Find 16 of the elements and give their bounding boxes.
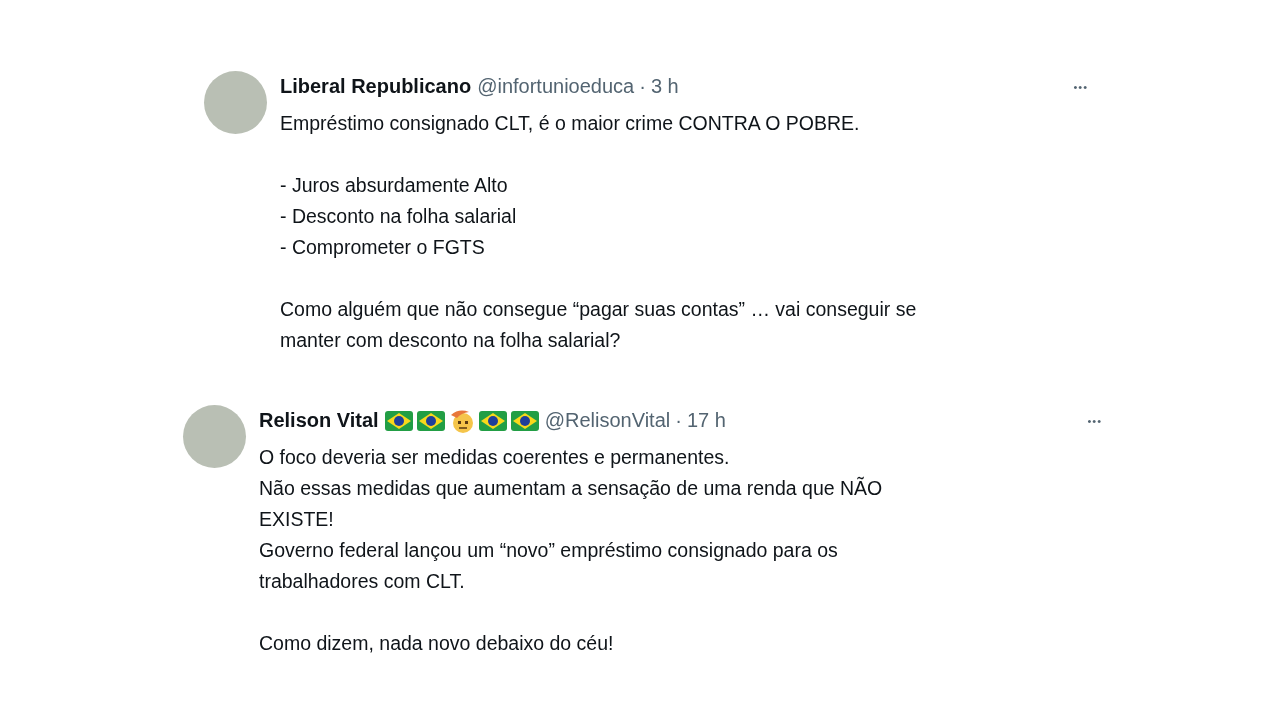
post-time[interactable]: 17 h bbox=[686, 409, 726, 432]
user-name[interactable]: Relison Vital bbox=[259, 409, 379, 432]
brazil-flag-icon bbox=[510, 410, 539, 431]
separator-dot: · bbox=[639, 75, 646, 98]
post-time[interactable]: 3 h bbox=[650, 75, 679, 98]
post-text: O foco deveria ser medidas coerentes e permanentes. Não essas medidas que aumentam a sensação de uma renda que NÃO EXISTE! Governo federal lançou um “novo” empréstimo consignado para os trabalhadores com CLT. Como dizem, nada novo debaixo do céu! bbox=[259, 445, 884, 656]
more-options-button[interactable]: ••• bbox=[1067, 80, 1094, 93]
post-text: Empréstimo consignado CLT, é o maior crime CONTRA O POBRE. - Juros absurdamente Alto - Desconto na folha salarial - Comprometer o FGTS Como alguém que não consegue “pagar suas contas” … vai conseguir se manter com desconto na folha salarial? bbox=[280, 111, 918, 353]
separator-dot: · bbox=[675, 409, 682, 432]
more-options-button[interactable]: ••• bbox=[1081, 414, 1108, 427]
brazil-flag-icon bbox=[416, 410, 445, 431]
user-handle[interactable]: @RelisonVital bbox=[544, 409, 671, 432]
brazil-flag-icon bbox=[478, 410, 507, 431]
user-handle[interactable]: @infortunioeduca bbox=[477, 75, 635, 98]
brazil-flag-icon bbox=[384, 410, 413, 431]
user-name[interactable]: Liberal Republicano bbox=[280, 75, 472, 98]
